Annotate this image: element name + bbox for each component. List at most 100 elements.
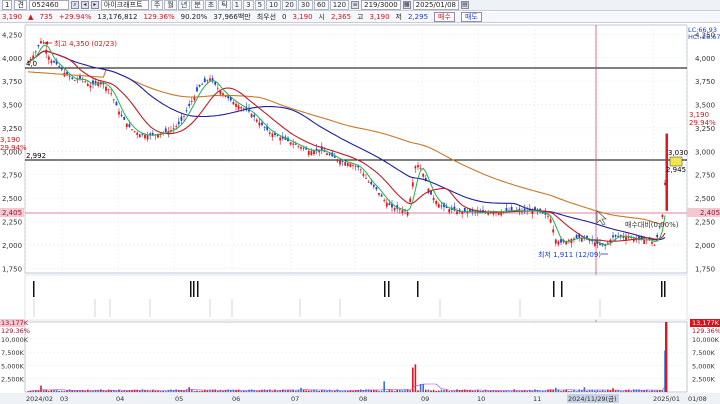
period-button-12[interactable]: 60 — [313, 0, 329, 10]
period-button-2[interactable]: 년 — [177, 0, 191, 10]
change-amount: 735 — [39, 13, 53, 21]
candle-body — [289, 142, 292, 145]
grid-icon[interactable]: ▤ — [461, 1, 470, 9]
ref-label-4000: 4,0 — [26, 60, 37, 68]
candle-body — [362, 173, 365, 176]
price-label-right: 3,750 — [695, 78, 715, 86]
code-prefix-field[interactable]: 1 — [2, 0, 13, 10]
volume-bar — [253, 390, 255, 392]
volume-label-right: 2,500K — [692, 376, 716, 384]
low-value: 2,295 — [408, 13, 429, 21]
period-button-3[interactable]: 분 — [191, 0, 204, 10]
volume-bar — [365, 389, 367, 392]
candle-body — [606, 242, 609, 244]
volume-bar — [271, 391, 274, 392]
calendar-icon[interactable]: ▦ — [402, 1, 411, 9]
buy-button[interactable]: 매수 — [434, 12, 455, 22]
period-button-4[interactable]: 초 — [204, 0, 218, 10]
candle-body — [307, 150, 310, 155]
volume-bar — [508, 391, 510, 392]
x-axis-label: 03 — [60, 395, 68, 403]
candle-body — [401, 210, 404, 213]
candle-body — [58, 66, 61, 68]
period-button-6[interactable]: 1 — [231, 0, 243, 10]
prev-icon[interactable]: ◂ — [80, 1, 89, 9]
candle-body — [110, 93, 113, 95]
period-button-7[interactable]: 3 — [243, 0, 254, 10]
current-quote: 3,190 — [292, 13, 313, 21]
right-tag-2945: 2,945 — [666, 166, 686, 174]
candle-body — [94, 81, 97, 84]
volume-bar — [149, 391, 151, 392]
volume-bar — [471, 390, 474, 392]
candle-body — [557, 241, 560, 245]
candle-body — [315, 148, 318, 151]
volume-bar — [651, 390, 653, 392]
menu-icon[interactable]: ≡ — [351, 1, 360, 9]
period-button-5[interactable]: 틱 — [218, 0, 231, 10]
candle-body — [411, 182, 414, 187]
volume-bar — [443, 389, 445, 392]
stock-name-field[interactable]: 아이크래프트 — [100, 0, 149, 10]
candle-body — [203, 78, 206, 83]
high-label: 고 — [357, 13, 364, 21]
volume-bar — [126, 390, 128, 392]
volume-bar — [139, 390, 141, 392]
date-input[interactable]: 2025/01/08 — [412, 0, 460, 10]
volume-bar — [40, 385, 42, 392]
market-select[interactable]: 견 — [14, 0, 27, 10]
candle-body — [383, 200, 386, 201]
volume-bar — [438, 390, 440, 392]
high-annotation: 최고 4,350 (02/23) — [44, 39, 117, 48]
price-label-right: 2,500 — [695, 195, 715, 203]
volume-bar — [656, 390, 658, 392]
period-button-9[interactable]: 10 — [266, 0, 281, 10]
candle-body — [380, 194, 383, 197]
candle-body — [435, 200, 438, 205]
next-icon[interactable]: ▸ — [90, 1, 99, 9]
volume-bar — [625, 390, 627, 392]
price-label-right: 1,750 — [695, 265, 715, 273]
volume-bar — [427, 389, 430, 392]
candle-body — [175, 126, 178, 127]
period-button-0[interactable]: 주 — [150, 0, 164, 10]
candle-body — [279, 137, 282, 141]
price-chart[interactable]: 4,250 4,000 3,750 3,500 3,250 3,000 2,750 2,500… — [0, 24, 720, 404]
stock-code-input[interactable]: 052460 — [28, 0, 69, 10]
price-label-right: 4,000 — [695, 55, 715, 63]
period-button-8[interactable]: 5 — [254, 0, 266, 10]
candle-body — [653, 245, 656, 247]
period-button-11[interactable]: 30 — [297, 0, 313, 10]
candle-body — [268, 132, 271, 134]
candle-body — [365, 178, 367, 179]
candle-body — [164, 128, 167, 132]
volume-bar — [526, 390, 528, 392]
volume-bar — [71, 390, 73, 392]
period-button-10[interactable]: 20 — [281, 0, 297, 10]
candle-body — [201, 83, 204, 85]
search-icon[interactable]: ⌕ — [70, 1, 79, 9]
volume-bar — [568, 391, 570, 392]
period-button-1[interactable]: 월 — [164, 0, 177, 10]
volume-bar — [518, 390, 521, 392]
volume-bar — [245, 391, 248, 392]
candle-body — [71, 77, 74, 79]
x-axis-label: 07 — [291, 395, 299, 403]
x-axis-label: 01/08 — [688, 395, 707, 403]
candle-body — [448, 209, 451, 213]
page-counter: 219/3000 — [361, 0, 401, 10]
candle-body — [144, 134, 146, 139]
volume-bar — [622, 391, 625, 392]
volume-bar — [583, 387, 586, 392]
volume-bar — [198, 391, 201, 392]
volume-bar — [341, 390, 344, 392]
candle-body — [326, 153, 328, 156]
volume-bar — [614, 390, 617, 392]
volume-value: 13,176,812 — [97, 13, 138, 21]
priority-label: 최우선 — [256, 13, 277, 21]
sell-button[interactable]: 매도 — [460, 12, 482, 22]
volume-bar — [162, 390, 164, 392]
volume-bar — [531, 391, 534, 392]
candle-body — [60, 67, 63, 70]
period-button-13[interactable]: 120 — [329, 0, 350, 10]
